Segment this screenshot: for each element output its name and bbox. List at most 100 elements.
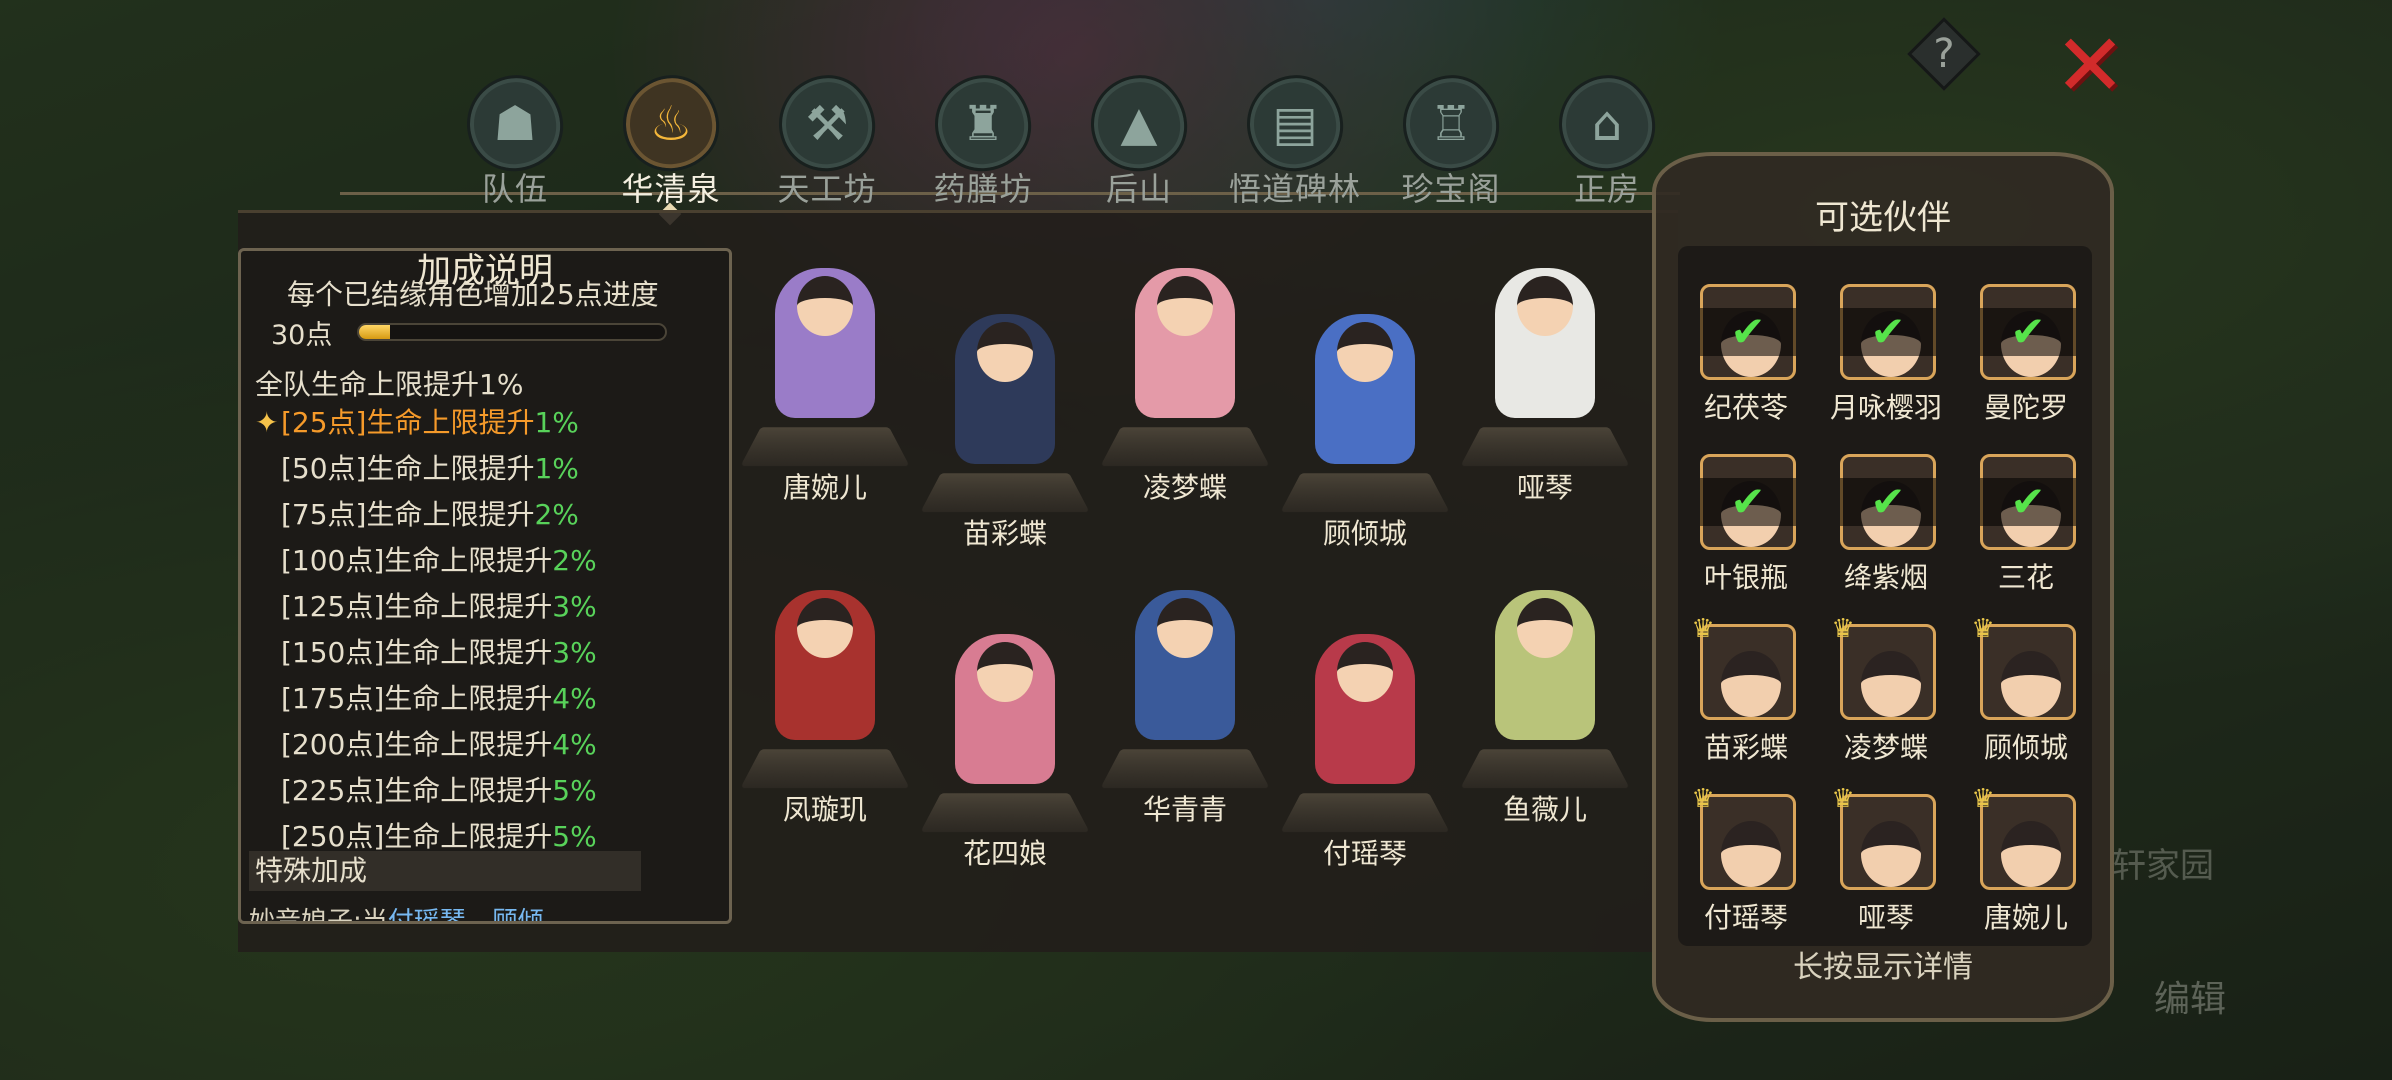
partner-face <box>1861 651 1921 717</box>
close-button[interactable]: ✕ <box>2050 16 2130 116</box>
bonus-tier-text: [150点]生命上限提升 <box>281 636 553 669</box>
tab-hot-spring[interactable]: ♨ 华清泉 <box>596 56 746 216</box>
character-pedestal[interactable]: 哑琴 <box>1460 262 1630 504</box>
character-name: 凤璇玑 <box>782 793 867 826</box>
treasure-pavilion-icon: ♖ <box>1429 96 1473 152</box>
partner-face <box>2001 651 2061 717</box>
bonus-description: 每个已结缘角色增加25点进度 <box>287 278 659 311</box>
main-house-icon: ⌂ <box>1591 96 1623 152</box>
tab-treasure-pavilion[interactable]: ♖ 珍宝阁 <box>1376 56 1526 216</box>
bonus-tier: [250点]生命上限提升5% <box>255 815 597 855</box>
partner-face <box>1721 651 1781 717</box>
character-head <box>1517 598 1573 658</box>
edit-button[interactable]: 编辑 <box>2130 960 2250 1040</box>
partner-name: 叶银瓶 <box>1703 561 1788 594</box>
character-pedestal[interactable]: 付瑶琴 <box>1280 628 1450 870</box>
partner-slot[interactable]: ♛ 哑琴 <box>1826 786 1946 964</box>
character-pedestal[interactable]: 凤璇玑 <box>740 584 910 826</box>
active-star-icon: ✦ <box>255 406 279 439</box>
bonus-tier-text: [125点]生命上限提升 <box>281 590 553 623</box>
bonus-tier: ✦[25点]生命上限提升1% <box>255 401 579 441</box>
bonus-tier-pct: 4% <box>552 682 597 715</box>
character-name: 顾倾城 <box>1322 517 1407 550</box>
pedestal <box>920 793 1090 833</box>
partner-slot[interactable]: ♛ 唐婉儿 <box>1966 786 2086 964</box>
pedestal <box>920 473 1090 513</box>
check-icon: ✔ <box>1700 308 1796 356</box>
kitchen-icon: ♜ <box>961 96 1005 152</box>
partner-name: 凌梦蝶 <box>1843 731 1928 764</box>
crown-icon: ♛ <box>1691 784 1715 814</box>
partners-grid[interactable]: ✔ 纪茯苓 ✔ 月咏樱羽 ✔ 曼陀罗 ✔ 叶银瓶 ✔ 绛紫烟 ✔ 三花 ♛ 苗彩蝶 ♛ 凌梦蝶 ♛ 顾倾城 ♛ 付瑶琴… <box>1678 246 2092 946</box>
character-pedestal[interactable]: 唐婉儿 <box>740 262 910 504</box>
check-icon: ✔ <box>1840 478 1936 526</box>
bonus-tier-pct: 2% <box>552 544 597 577</box>
long-press-hint: 长按显示详情 <box>1793 950 1973 985</box>
hot-spring-icon: ♨ <box>649 96 693 152</box>
partner-name: 唐婉儿 <box>1983 901 2068 934</box>
mountain-icon: ▲ <box>1120 96 1158 152</box>
workshop-icon: ⚒ <box>805 96 849 152</box>
partner-slot[interactable]: ✔ 三花 <box>1966 454 2086 624</box>
character-pedestal[interactable]: 苗彩蝶 <box>920 308 1090 550</box>
pedestal <box>1460 427 1630 467</box>
tab-kitchen[interactable]: ♜ 药膳坊 <box>908 56 1058 216</box>
partner-slot[interactable]: ✔ 绛紫烟 <box>1826 454 1946 624</box>
pedestal <box>1460 749 1630 789</box>
progress-row: 30点 <box>271 313 711 353</box>
tab-stele[interactable]: ▤ 悟道碑林 <box>1220 56 1370 216</box>
bonus-tier: [75点]生命上限提升2% <box>255 493 579 533</box>
partner-slot[interactable]: ✔ 叶银瓶 <box>1686 454 1806 624</box>
pedestal <box>1100 427 1270 467</box>
tab-team[interactable]: ☗ 队伍 <box>440 56 590 216</box>
partner-slot[interactable]: ♛ 顾倾城 <box>1966 616 2086 794</box>
check-icon: ✔ <box>1700 478 1796 526</box>
character-head <box>1517 276 1573 336</box>
character-name: 华青青 <box>1142 793 1227 826</box>
bonus-tier: [150点]生命上限提升3% <box>255 631 597 671</box>
character-head <box>797 598 853 658</box>
tab-workshop[interactable]: ⚒ 天工坊 <box>752 56 902 216</box>
crown-icon: ♛ <box>1691 614 1715 644</box>
character-pedestal[interactable]: 凌梦蝶 <box>1100 262 1270 504</box>
character-head <box>1337 642 1393 702</box>
character-head <box>1157 598 1213 658</box>
character-pedestal[interactable]: 华青青 <box>1100 584 1270 826</box>
crown-icon: ♛ <box>1831 614 1855 644</box>
character-pedestal[interactable]: 鱼薇儿 <box>1460 584 1630 826</box>
pedestal <box>740 749 910 789</box>
partner-slot[interactable]: ♛ 付瑶琴 <box>1686 786 1806 964</box>
partner-slot[interactable]: ♛ 凌梦蝶 <box>1826 616 1946 794</box>
tab-mountain[interactable]: ▲ 后山 <box>1064 56 1214 216</box>
help-button[interactable]: ? <box>1907 17 1981 91</box>
bonus-tier-pct: 5% <box>552 820 597 853</box>
character-head <box>1337 322 1393 382</box>
character-pedestal[interactable]: 顾倾城 <box>1280 308 1450 550</box>
bonus-tier-text: [50点]生命上限提升 <box>281 452 535 485</box>
bonus-info-panel: 加成说明 每个已结缘角色增加25点进度 30点 全队生命上限提升1% ✦[25点… <box>238 248 732 924</box>
character-pedestal[interactable]: 花四娘 <box>920 628 1090 870</box>
partners-panel: 可选伙伴 ✔ 纪茯苓 ✔ 月咏樱羽 ✔ 曼陀罗 ✔ 叶银瓶 ✔ 绛紫烟 ✔ 三花 ♛ 苗彩蝶 ♛ 凌梦蝶 ♛ 顾倾… <box>1652 152 2114 1022</box>
partner-face <box>1721 821 1781 887</box>
character-name: 鱼薇儿 <box>1502 793 1587 826</box>
partner-slot[interactable]: ✔ 月咏樱羽 <box>1826 284 1946 454</box>
close-icon: ✕ <box>2053 16 2127 116</box>
partner-name: 曼陀罗 <box>1983 391 2068 424</box>
crown-icon: ♛ <box>1971 784 1995 814</box>
partners-title: 可选伙伴 <box>1815 198 1951 238</box>
stele-icon: ▤ <box>1272 96 1318 152</box>
partner-name: 绛紫烟 <box>1843 561 1928 594</box>
character-name: 花四娘 <box>962 837 1047 870</box>
special-bonus-header: 特殊加成 <box>249 851 641 891</box>
pedestal <box>1100 749 1270 789</box>
bonus-tier: [50点]生命上限提升1% <box>255 447 579 487</box>
partner-name: 顾倾城 <box>1983 731 2068 764</box>
partner-slot[interactable]: ✔ 曼陀罗 <box>1966 284 2086 454</box>
bonus-tier-text: [225点]生命上限提升 <box>281 774 553 807</box>
progress-fill <box>359 325 390 339</box>
partner-slot[interactable]: ✔ 纪茯苓 <box>1686 284 1806 454</box>
progress-bar <box>357 323 667 341</box>
character-name: 唐婉儿 <box>782 471 867 504</box>
bonus-tier-pct: 1% <box>534 406 579 439</box>
partner-slot[interactable]: ♛ 苗彩蝶 <box>1686 616 1806 794</box>
